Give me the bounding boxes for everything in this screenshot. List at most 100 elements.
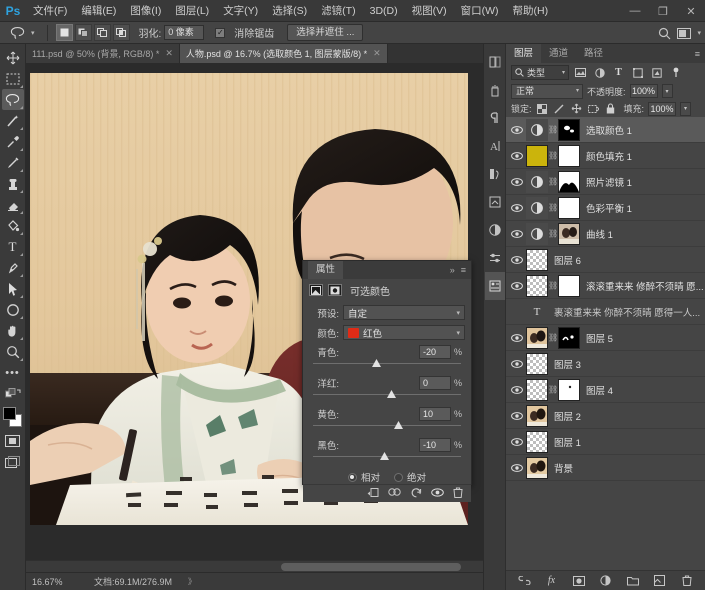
layer-mask-thumbnail[interactable] [558,222,580,245]
screen-mode-icon[interactable] [2,451,24,472]
type-filter-icon[interactable]: T [611,65,626,80]
character-icon[interactable]: A [485,132,505,160]
layer-visibility-icon[interactable] [508,385,526,394]
clone-stamp-tool[interactable] [2,173,24,194]
panel-menu-icon[interactable]: ≡ [695,49,700,59]
layer-link-icon[interactable]: ⛓ [548,125,558,134]
layer-thumbnail[interactable] [526,196,548,219]
magenta-value[interactable]: 0 [419,375,451,390]
table-row[interactable]: ⛓ 图层 5 [506,325,705,351]
tab-paths[interactable]: 路径 [576,44,611,63]
lasso-tool[interactable] [1,89,24,110]
layer-link-icon[interactable]: ⛓ [548,177,558,186]
table-row[interactable]: ⛓ 曲线 1 [506,221,705,247]
layer-visibility-icon[interactable] [508,125,526,134]
tab-properties[interactable]: 属性 [308,261,344,279]
opacity-stepper[interactable]: ▾ [661,84,673,98]
menu-layer[interactable]: 图层(L) [168,0,216,22]
lock-image-icon[interactable] [553,102,566,115]
pixel-filter-icon[interactable] [573,65,588,80]
table-row[interactable]: ⛓ 照片滤镜 1 [506,169,705,195]
tab-channels[interactable]: 通道 [541,44,576,63]
feather-input[interactable]: 0 像素 [164,25,205,40]
new-group-icon[interactable] [626,574,640,588]
history-icon[interactable] [485,160,505,188]
magic-wand-tool[interactable] [2,110,24,131]
canvas-horizontal-scrollbar[interactable] [26,560,483,572]
table-row[interactable]: ⛓ 选取颜色 1 [506,117,705,143]
table-row[interactable]: T 裹滚重来来 你醉不须晴 愿得一人... [506,299,705,325]
lock-position-icon[interactable] [570,102,583,115]
black-slider-track[interactable] [313,452,461,464]
lock-artboard-icon[interactable] [587,102,600,115]
tool-preset-chevron-icon[interactable]: ▾ [31,29,35,37]
layer-link-icon[interactable]: ⛓ [548,203,558,212]
layer-thumbnail[interactable] [526,170,548,193]
scrollbar-thumb[interactable] [281,563,461,571]
layer-mask-thumbnail[interactable] [558,196,580,219]
table-row[interactable]: ⛓ 颜色填充 1 [506,143,705,169]
layer-visibility-icon[interactable] [508,229,526,238]
layer-visibility-icon[interactable] [508,177,526,186]
lock-transparent-icon[interactable] [536,102,549,115]
workspace-icon[interactable] [677,27,692,39]
layer-visibility-icon[interactable] [508,359,526,368]
relative-radio[interactable]: 相对 [347,470,380,484]
magenta-slider-thumb[interactable] [387,390,396,399]
minimize-button[interactable]: — [621,0,649,22]
move-tool[interactable] [2,47,24,68]
add-to-selection-button[interactable] [74,24,92,41]
layer-mask-thumbnail[interactable] [558,326,580,349]
delete-layer-icon[interactable] [680,574,694,588]
fill-input[interactable]: 100% [648,101,677,116]
table-row[interactable]: 图层 6 [506,247,705,273]
properties-dock-icon[interactable] [485,244,505,272]
layer-thumbnail[interactable] [526,248,548,271]
layer-visibility-icon[interactable] [508,203,526,212]
pen-tool[interactable] [2,257,24,278]
layer-thumbnail[interactable] [526,430,548,453]
layer-thumbnail[interactable] [526,144,548,167]
hand-tool[interactable] [2,320,24,341]
reset-icon[interactable] [410,487,422,501]
layer-link-icon[interactable]: ⛓ [548,151,558,160]
zoom-level[interactable]: 16.67% [32,577,80,587]
black-value[interactable]: -10 [419,437,451,452]
menu-view[interactable]: 视图(V) [405,0,454,22]
libraries-icon[interactable] [485,48,505,76]
layer-visibility-icon[interactable] [508,411,526,420]
menu-window[interactable]: 窗口(W) [454,0,506,22]
layer-mask-thumbnail[interactable] [558,274,580,297]
maximize-button[interactable]: ❐ [649,0,677,22]
menu-image[interactable]: 图像(I) [123,0,168,22]
layer-visibility-icon[interactable] [508,333,526,342]
table-row[interactable]: ⛓ 图层 4 [506,377,705,403]
menu-type[interactable]: 文字(Y) [216,0,265,22]
absolute-radio[interactable]: 绝对 [394,470,426,484]
adjustments-icon[interactable] [485,76,505,104]
eraser-tool[interactable] [2,194,24,215]
close-icon[interactable]: ✕ [165,48,173,59]
layer-thumbnail[interactable] [526,274,548,297]
cyan-slider-thumb[interactable] [372,359,382,368]
tab-layers[interactable]: 图层 [506,44,542,63]
adjustment-layer-icon[interactable] [599,574,613,588]
layer-visibility-icon[interactable] [508,463,526,472]
layer-mask-thumbnail[interactable] [558,170,580,193]
layer-list[interactable]: ⛓ 选取颜色 1 ⛓ 颜色填充 1 ⛓ 照片滤镜 1 ⛓ 色彩平衡 1 ⛓ 曲线… [506,117,705,570]
menu-filter[interactable]: 滤镜(T) [314,0,362,22]
clip-to-layer-icon[interactable] [367,487,379,501]
status-expand-icon[interactable]: 》 [188,576,196,587]
preset-select[interactable]: 自定 ▾ [343,305,465,320]
shape-filter-icon[interactable] [630,65,645,80]
table-row[interactable]: 图层 3 [506,351,705,377]
blend-mode-select[interactable]: 正常 ▾ [511,83,583,99]
toggle-previous-icon[interactable] [388,487,401,500]
layer-link-icon[interactable]: ⛓ [548,229,558,238]
link-layers-icon[interactable] [518,574,532,588]
layer-thumbnail[interactable] [526,456,548,479]
document-tab-111[interactable]: 111.psd @ 50% (背景, RGB/8) * ✕ [26,44,180,63]
layer-thumbnail[interactable] [526,378,548,401]
intersect-selection-button[interactable] [112,24,130,41]
layer-visibility-icon[interactable] [508,255,526,264]
